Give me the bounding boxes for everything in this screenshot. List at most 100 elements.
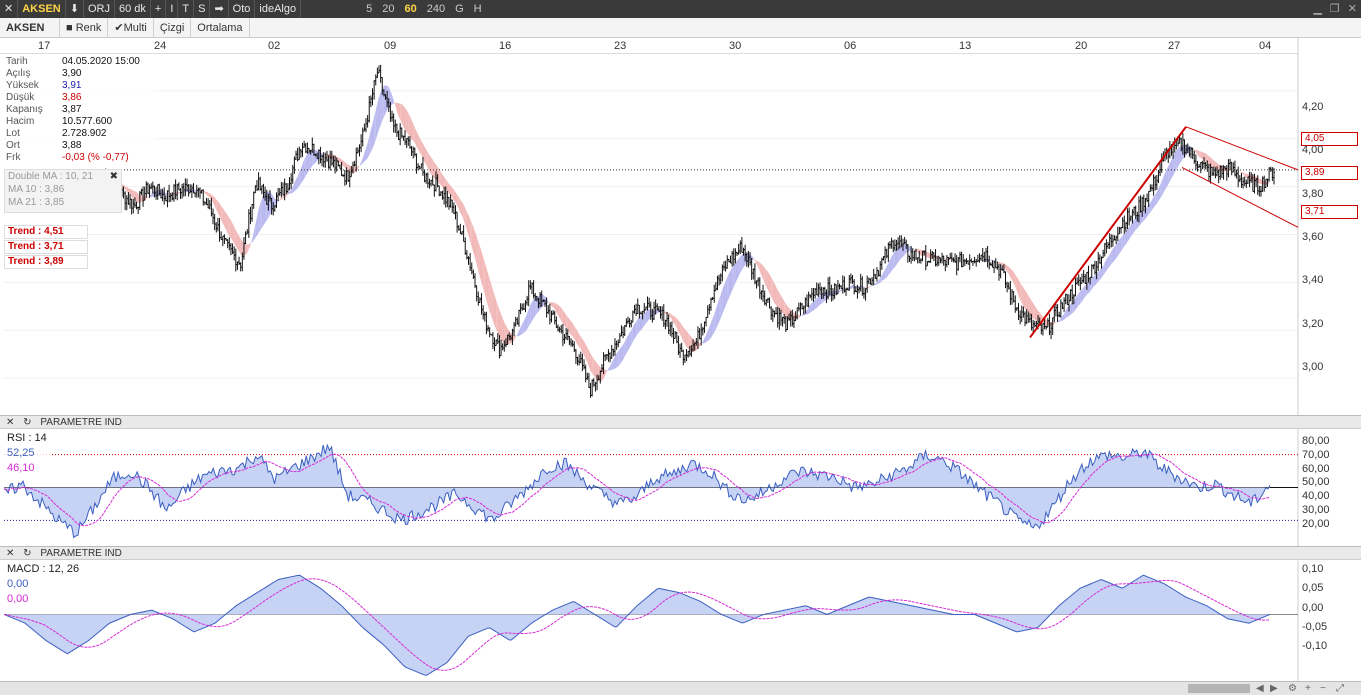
ma-band (608, 365, 611, 371)
close-panel-icon[interactable]: ✕ (6, 548, 14, 559)
ma-band (1106, 257, 1109, 271)
ma-band (702, 338, 705, 344)
ma-band (219, 203, 222, 221)
ma-band (1108, 254, 1110, 269)
ma-band (239, 235, 241, 255)
ma-band (234, 226, 236, 247)
ma-band (1161, 177, 1164, 197)
ma-band (870, 285, 873, 288)
macd-legend: MACD : 12, 26 0,00 0,00 (4, 562, 83, 607)
ma-band (364, 147, 366, 162)
ma-band (732, 265, 734, 291)
horizontal-scrollbar[interactable] (1188, 684, 1250, 693)
ma-band (400, 103, 402, 124)
info-key: Tarih (6, 56, 28, 67)
ma-band (730, 267, 733, 295)
ma-band (429, 155, 432, 175)
ma-band (470, 219, 472, 248)
ma-band (611, 359, 614, 370)
refresh-icon[interactable]: ↻ (23, 417, 31, 428)
ma-band (413, 123, 415, 143)
ma21-value: MA 21 : 3,85 (8, 197, 65, 208)
ma-band (728, 270, 731, 299)
ma-band (296, 176, 298, 190)
macd-tick: 0,10 (1302, 563, 1324, 575)
ma-band (885, 266, 887, 279)
ma-band (502, 318, 505, 344)
fit-icon[interactable]: ⤢ (1336, 682, 1344, 695)
price-tick: 4,20 (1302, 101, 1324, 113)
ma-band (1093, 275, 1096, 287)
zoom-in-icon[interactable]: + (1305, 682, 1311, 695)
ma-band (286, 193, 288, 197)
ma-band (501, 314, 503, 342)
ma-band (735, 260, 738, 284)
ma-band (1158, 185, 1161, 202)
info-row: Düşük 3,86 (6, 92, 154, 104)
ma-band (1239, 171, 1242, 174)
ma-band (305, 153, 308, 176)
close-panel-icon[interactable]: ✕ (6, 417, 14, 428)
ma-band (883, 269, 886, 281)
ma-band (229, 217, 231, 239)
ma-band (553, 302, 555, 310)
ma-band (343, 160, 345, 168)
rsi-tick: 70,00 (1302, 448, 1330, 461)
ma-band (1075, 295, 1078, 310)
zoom-out-icon[interactable]: − (1320, 682, 1326, 695)
scroll-left-icon[interactable]: ◀ (1256, 682, 1264, 695)
price-tick: 3,40 (1302, 274, 1324, 287)
ma-band (226, 212, 228, 233)
ma-band (675, 316, 677, 328)
settings-icon[interactable]: ⚙ (1288, 682, 1297, 695)
ma-band (232, 223, 235, 244)
ma-band (475, 231, 477, 265)
scroll-right-icon[interactable]: ▶ (1270, 682, 1278, 695)
macd-title: MACD : 12, 26 (7, 563, 80, 575)
info-key: Hacim (6, 116, 35, 127)
ma-band (1199, 151, 1201, 158)
ma-band (483, 256, 485, 294)
ma-band (247, 244, 249, 254)
ma-band (927, 251, 930, 258)
ma-band (237, 232, 240, 252)
ma-band (224, 210, 227, 231)
price-tick: 3,00 (1302, 360, 1324, 373)
ma-band (396, 102, 399, 116)
rsi-legend: RSI : 14 52,25 46,10 (4, 431, 50, 476)
ma-band (1008, 266, 1011, 278)
ma-band (392, 94, 394, 105)
refresh-icon[interactable]: ↻ (23, 548, 31, 559)
ma-band (614, 353, 617, 369)
ma-band (405, 107, 407, 133)
info-value: 3,91 (62, 80, 82, 91)
ma-band (1195, 149, 1198, 155)
ma-band (1078, 291, 1081, 306)
ma-band (761, 264, 764, 279)
ma-band (1160, 181, 1162, 199)
ma-band (771, 277, 773, 300)
trend-line-up (1029, 126, 1187, 339)
ma-band (619, 346, 622, 365)
macd-tick: -0,05 (1302, 620, 1328, 633)
ma-band (605, 369, 607, 376)
rsi-tick: 40,00 (1302, 490, 1330, 503)
macd-area (4, 575, 1270, 676)
rsi-tick: 20,00 (1302, 517, 1330, 530)
ma-band (767, 271, 770, 294)
ma-band (125, 186, 127, 192)
ma-band (893, 251, 895, 269)
ma-band (478, 241, 480, 278)
close-ma-icon[interactable]: ✖ (110, 170, 118, 183)
ma-band (1034, 305, 1037, 321)
ma-band (292, 182, 295, 193)
ma-band (395, 102, 397, 112)
ma-band (712, 314, 715, 336)
ma-band (785, 303, 788, 318)
chart-canvas[interactable] (0, 0, 1361, 681)
ma-band (637, 316, 640, 334)
macd-value: 0,00 (7, 578, 29, 590)
ma-band (362, 153, 365, 164)
ma-band (375, 103, 378, 140)
ma-band (299, 168, 301, 187)
